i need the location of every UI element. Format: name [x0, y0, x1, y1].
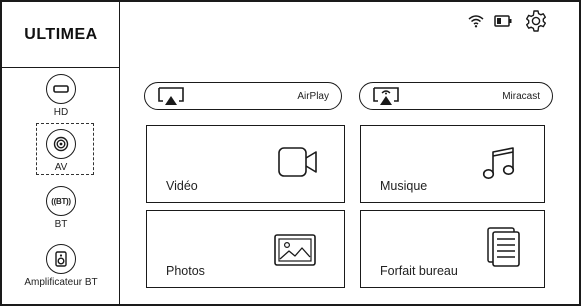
- miracast-button[interactable]: Miracast: [359, 82, 553, 110]
- source-bt-label: BT: [54, 219, 68, 230]
- bluetooth-badge-icon: ((BT)): [46, 186, 76, 216]
- source-sidebar: ULTIMEA HD AV ((BT)) BT Amplificateur BT: [2, 2, 120, 304]
- selection-outline: [36, 123, 94, 175]
- source-bt-amplifier[interactable]: Amplificateur BT: [2, 244, 120, 288]
- airplay-button[interactable]: AirPlay: [144, 82, 342, 110]
- app-frame: ULTIMEA HD AV ((BT)) BT Amplificateur BT…: [0, 0, 581, 306]
- airplay-icon: [157, 86, 185, 111]
- music-note-icon: [479, 145, 519, 190]
- photo-icon: [273, 233, 317, 274]
- gear-icon[interactable]: [524, 8, 548, 34]
- brand-logo: ULTIMEA: [2, 2, 120, 68]
- source-hd[interactable]: HD: [2, 74, 120, 118]
- speaker-icon: [46, 244, 76, 274]
- wifi-icon: [468, 10, 484, 32]
- tile-video[interactable]: Vidéo: [146, 125, 345, 203]
- document-icon: [485, 226, 523, 273]
- tile-office-label: Forfait bureau: [380, 264, 458, 278]
- source-av[interactable]: AV: [2, 123, 120, 175]
- source-bt-amplifier-label: Amplificateur BT: [24, 277, 98, 288]
- tile-photos-label: Photos: [166, 264, 205, 278]
- source-hd-label: HD: [53, 107, 69, 118]
- tile-music[interactable]: Musique: [360, 125, 545, 203]
- airplay-label: AirPlay: [297, 90, 329, 102]
- source-bt[interactable]: ((BT)) BT: [2, 186, 120, 230]
- video-camera-icon: [277, 145, 319, 184]
- hdmi-port-icon: [46, 74, 76, 104]
- miracast-icon: [372, 86, 400, 111]
- miracast-label: Miracast: [502, 90, 540, 102]
- bt-badge-text: ((BT)): [51, 196, 71, 206]
- tile-photos[interactable]: Photos: [146, 210, 345, 288]
- battery-icon: [494, 10, 512, 32]
- tile-music-label: Musique: [380, 179, 428, 193]
- tile-video-label: Vidéo: [166, 179, 198, 193]
- tile-office[interactable]: Forfait bureau: [360, 210, 545, 288]
